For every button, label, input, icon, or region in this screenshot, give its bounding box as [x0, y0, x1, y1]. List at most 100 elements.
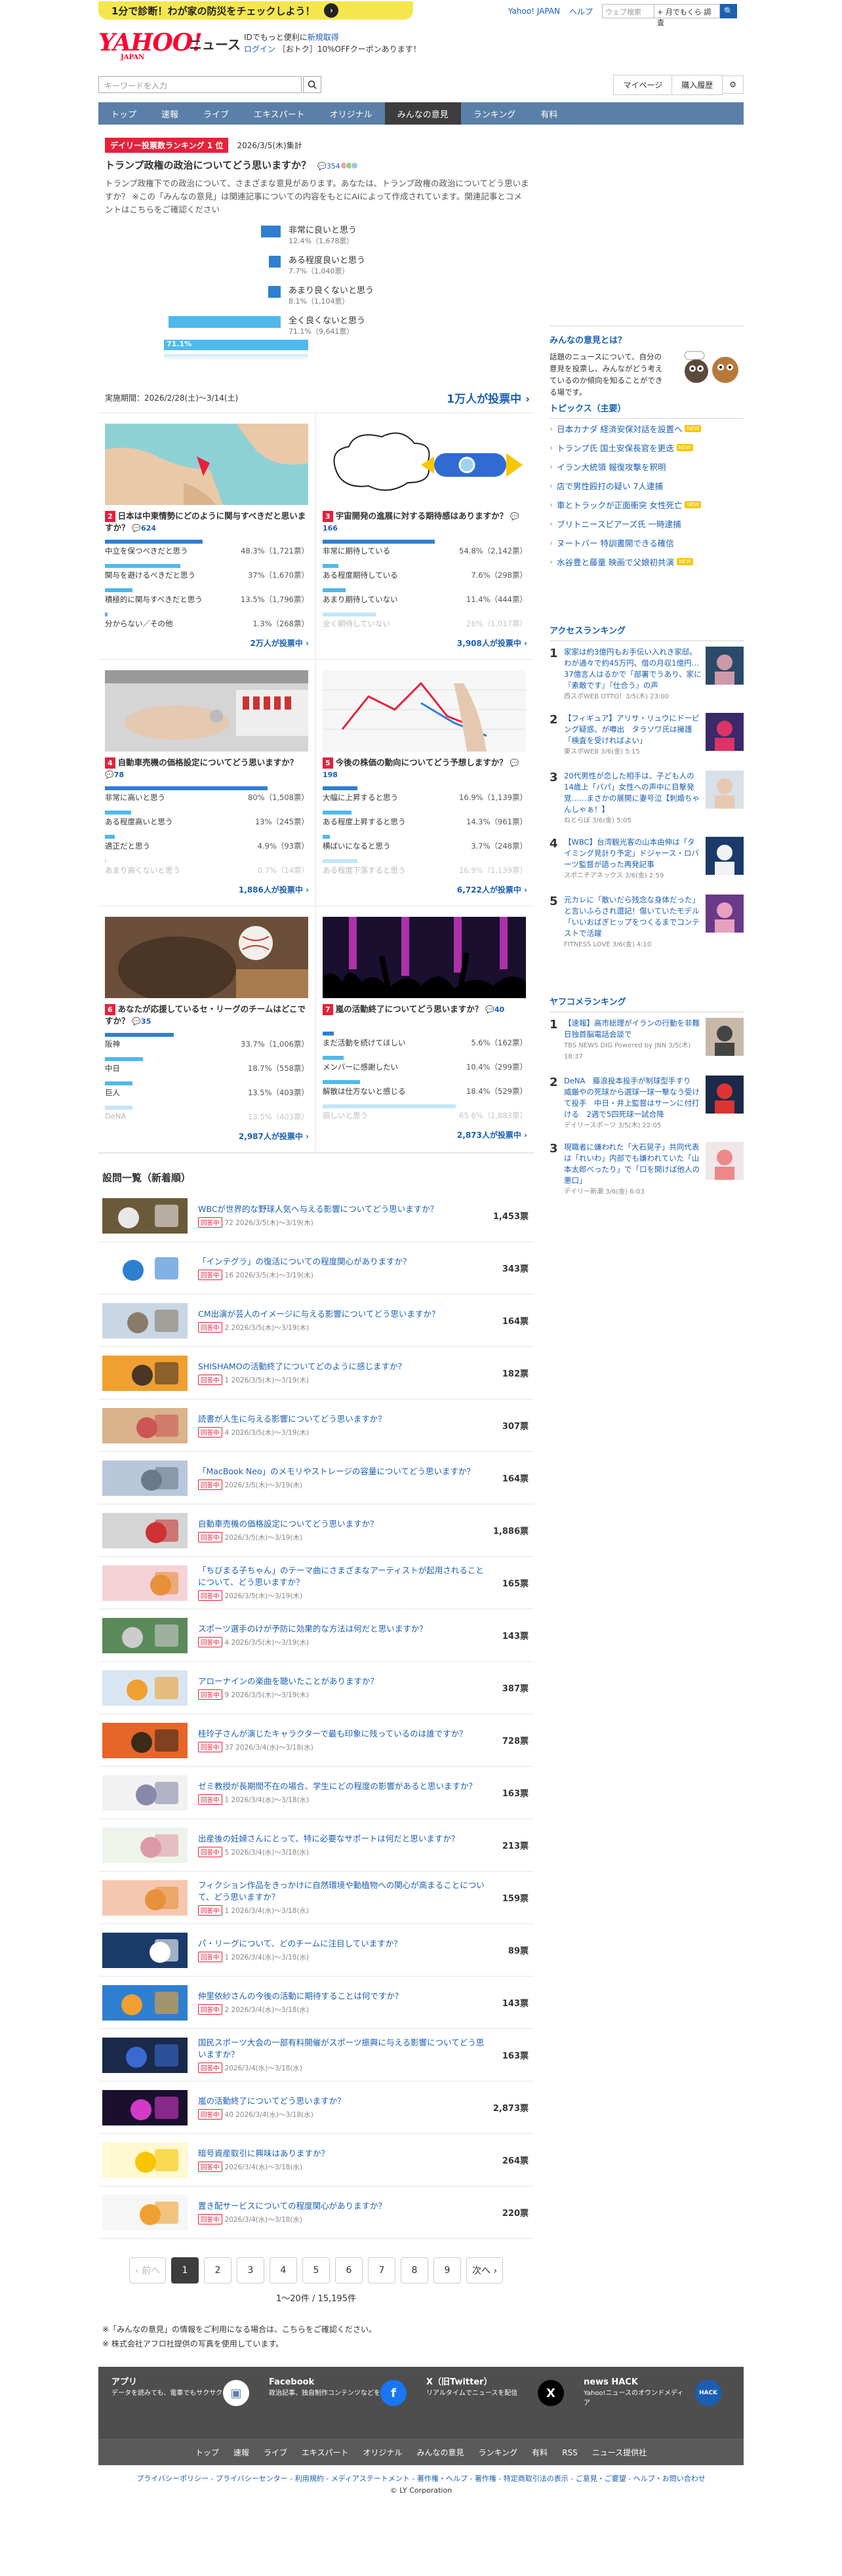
list-question[interactable]: 出産後の妊婦さんにとって、特に必要なサポートは何だと思いますか？: [198, 1833, 488, 1845]
page-button[interactable]: 7: [368, 2257, 395, 2284]
poll-card[interactable]: 2 日本は中東情勢にどのように関与すべきだと思いますか？ 💬624 中立を保つべきだ…: [98, 413, 316, 660]
topic-item[interactable]: イラン大統領 報復攻撃を釈明: [550, 457, 744, 476]
page-button[interactable]: 5: [302, 2257, 330, 2284]
list-question[interactable]: 桂玲子さんが演じたキャラクターで最も印象に残っているのは誰ですか？: [198, 1728, 488, 1740]
list-item[interactable]: 暗号資産取引に興味はありますか？ 回答中 2026/3/4(水)〜3/18(水) 26…: [98, 2134, 534, 2186]
list-question[interactable]: 置き配サービスについての程度関心がありますか？: [198, 2200, 488, 2212]
gear-icon[interactable]: ⚙: [722, 75, 744, 94]
poll-votes-link[interactable]: 2,873人が投票中 ›: [323, 1129, 527, 1140]
topic-item[interactable]: ブリトニースピアーズ氏 一時逮捕: [550, 514, 744, 533]
page-button[interactable]: 6: [335, 2257, 363, 2284]
list-item[interactable]: 「MacBook Neo」のメモリやストレージの容量についてどう思いますか？ 回答…: [98, 1452, 534, 1504]
page-button[interactable]: 9: [433, 2257, 461, 2284]
footer-nav-item[interactable]: エキスパート: [302, 2447, 349, 2458]
poll-title[interactable]: 3 宇宙開発の進展に対する期待感はありますか？ 💬166: [323, 510, 527, 534]
ranking-item[interactable]: 4 【WBC】台湾観光客の山本由伸は「タイミング見計り予定」ドジャース・ロバーツ監…: [550, 832, 744, 889]
poll-card[interactable]: 3 宇宙開発の進展に対する期待感はありますか？ 💬166 非常に期待している 54.8…: [316, 413, 534, 660]
nav-item[interactable]: ライブ: [191, 102, 241, 125]
footer-nav-item[interactable]: みんなの意見: [417, 2447, 464, 2458]
history-button[interactable]: 購入履歴: [672, 74, 723, 95]
poll-title[interactable]: 4 自動車売機の価格設定についてどう思いますか？ 💬78: [105, 757, 309, 780]
nav-item[interactable]: 速報: [149, 102, 191, 125]
list-question[interactable]: ゼミ教授が長期間不在の場合、学生にどの程度の影響があると思いますか？: [198, 1781, 488, 1792]
web-search-input[interactable]: ウェブ検索: [602, 4, 654, 18]
list-question[interactable]: 仲里依紗さんの今後の活動に期待することは何ですか？: [198, 1990, 488, 2002]
poll-card[interactable]: 7 嵐の活動終了についてどう思いますか？ 💬40 まだ活動を続けてほしい 5.6%（1…: [316, 906, 534, 1153]
list-question[interactable]: SHISHAMOの活動終了についてどのように感じますか？: [198, 1361, 488, 1373]
ranking-item[interactable]: 3 20代男性が恋した相手は、子ども人の14歳上「パパ」女性への声中に目撃発覚………: [550, 765, 744, 832]
nav-item[interactable]: トップ: [98, 102, 149, 125]
legal-links[interactable]: プライバシーポリシー - プライバシーセンター - 利用規約 - メディアステー…: [98, 2473, 744, 2484]
page-button[interactable]: 4: [270, 2257, 297, 2284]
ranking-title[interactable]: DeNA 藤浪投本投手が制球型手すり 威厳やの死球から選球一球一撃なう受けて投手…: [564, 1076, 700, 1119]
help-link[interactable]: ヘルプ: [569, 6, 593, 17]
coupon-link[interactable]: ［おトク］10%OFFクーポンあります！: [278, 45, 421, 54]
search-icon[interactable]: [303, 76, 321, 93]
nav-item[interactable]: エキスパート: [241, 102, 317, 125]
footer-nav-item[interactable]: トップ: [195, 2447, 219, 2458]
ranking-title[interactable]: 現職者に嫌われた「大石晃子」共同代表は「れいわ」内部でも嫌われていた「山本太郎べ…: [564, 1142, 700, 1185]
featured-votes-link[interactable]: 1万人が投票中 ›: [447, 390, 530, 406]
poll-title[interactable]: 2 日本は中東情勢にどのように関与すべきだと思いますか？ 💬624: [105, 510, 309, 534]
list-question[interactable]: 嵐の活動終了についてどう思いますか？: [198, 2095, 488, 2107]
page-button[interactable]: 3: [237, 2257, 264, 2284]
list-item[interactable]: SHISHAMOの活動終了についてどのように感じますか？ 回答中 1 2026/3/…: [98, 1347, 534, 1399]
prev-page-button[interactable]: ‹ 前へ: [129, 2257, 166, 2284]
list-question[interactable]: CM出演が芸人のイメージに与える影響についてどう思いますか？: [198, 1308, 488, 1320]
ranking-item[interactable]: 2 【フィギュア】アリサ・リュウにドーピング疑惑、が噂出 タラソワ氏は擁護「検査を…: [550, 708, 744, 765]
poll-title[interactable]: 6 あなたが応援しているセ・リーグのチームはどこですか？ 💬35: [105, 1003, 309, 1027]
poll-card[interactable]: 6 あなたが応援しているセ・リーグのチームはどこですか？ 💬35 阪神 33.7%（1…: [98, 906, 316, 1153]
page-button[interactable]: 1: [171, 2257, 199, 2284]
page-button[interactable]: 2: [204, 2257, 231, 2284]
about-title[interactable]: みんなの意見とは？: [550, 333, 744, 346]
list-question[interactable]: 「ちびまる子ちゃん」のテーマ曲にさまざまなアーティストが起用されることについて、…: [198, 1565, 488, 1588]
poll-title[interactable]: 7 嵐の活動終了についてどう思いますか？ 💬40: [323, 1003, 527, 1026]
yahoo-logo[interactable]: YAHOO! JAPAN: [98, 29, 203, 61]
list-question[interactable]: アローナインの楽曲を聴いたことがありますか？: [198, 1676, 488, 1687]
note-usage[interactable]: ※「みんなの意見」の情報をご利用になる場合は、こちらをご確認ください。: [102, 2322, 534, 2337]
list-item[interactable]: 国民スポーツ大会の一部有料開催がスポーツ振興に与える影響についてどう思いますか？…: [98, 2029, 534, 2082]
next-page-button[interactable]: 次へ ›: [466, 2257, 504, 2284]
poll-card[interactable]: 4 自動車売機の価格設定についてどう思いますか？ 💬78 非常に高いと思う 80%（1…: [98, 660, 316, 906]
footer-nav-item[interactable]: 速報: [233, 2447, 249, 2458]
list-item[interactable]: 自動車売機の価格設定についてどう思いますか？ 回答中 2026/3/5(木)〜3/1…: [98, 1504, 534, 1557]
topic-item[interactable]: トランプ氏 国土安保長官を更迭NEW: [550, 438, 744, 457]
ranking-item[interactable]: 5 元カレに「散いだら残念な身体だった」と言いふらされ還記！傷いていたモデル「いい…: [550, 889, 744, 956]
ranking-title[interactable]: 家家は約3億円もお手伝い入れき家邸。わが通々で約45万円、借の月収1億円…37億…: [564, 647, 702, 690]
footer-nav-item[interactable]: ライブ: [264, 2447, 287, 2458]
topic-item[interactable]: 日本カナダ 経済安保対話を設置へNEW: [550, 419, 744, 438]
login-link[interactable]: ログイン: [244, 45, 275, 54]
list-item[interactable]: 「ちびまる子ちゃん」のテーマ曲にさまざまなアーティストが起用されることについて、…: [98, 1557, 534, 1609]
poll-votes-link[interactable]: 3,908人が投票中 ›: [323, 637, 527, 649]
ranking-title[interactable]: 元カレに「散いだら残念な身体だった」と言いふらされ還記！傷いていたモデル「いいお…: [564, 895, 700, 938]
promo-banner[interactable]: 1分で診断！わが家の防災をチェックしよう！ ›: [98, 1, 413, 20]
list-question[interactable]: スポーツ選手のけが予防に効果的な方法は何だと思いますか？: [198, 1623, 488, 1635]
signup-link[interactable]: 新規取得: [308, 33, 339, 42]
news-logo[interactable]: ニュース: [189, 34, 241, 53]
list-question[interactable]: フィクション作品をきっかけに自然環境や動植物への関心が高まることについて、どう思…: [198, 1880, 488, 1903]
keyword-search-input[interactable]: キーワードを入力: [98, 76, 302, 93]
list-item[interactable]: ゼミ教授が長期間不在の場合、学生にどの程度の影響があると思いますか？ 回答中 1 2…: [98, 1767, 534, 1819]
list-item[interactable]: WBCが世界的な野球人気へ与える影響についてどう思いますか？ 回答中 72 2026…: [98, 1190, 534, 1242]
list-question[interactable]: 「インテグラ」の復活についての程度関心がありますか？: [198, 1256, 488, 1268]
page-button[interactable]: 8: [401, 2257, 428, 2284]
footer-nav-item[interactable]: ランキング: [479, 2447, 518, 2458]
list-question[interactable]: 「MacBook Neo」のメモリやストレージの容量についてどう思いますか？: [198, 1466, 488, 1478]
topic-item[interactable]: 車とトラックが正面衝突 女性死亡NEW: [550, 495, 744, 514]
list-item[interactable]: 仲里依紗さんの今後の活動に期待することは何ですか？ 回答中 2 2026/3/4(水…: [98, 1977, 534, 2029]
list-item[interactable]: パ・リーグについて、どのチームに注目していますか？ 回答中 1 2026/3/4(水…: [98, 1924, 534, 1977]
list-item[interactable]: 置き配サービスについての程度関心がありますか？ 回答中 2026/3/4(水)〜3/…: [98, 2186, 534, 2239]
footer-nav-item[interactable]: オリジナル: [363, 2447, 403, 2458]
ranking-title[interactable]: 【速報】高市総理がイランの行動を非難 日独首脳電話会談で: [564, 1018, 708, 1039]
list-item[interactable]: 「インテグラ」の復活についての程度関心がありますか？ 回答中 16 2026/3/5…: [98, 1242, 534, 1295]
search-icon[interactable]: 🔍: [720, 4, 737, 18]
topic-item[interactable]: 店で男性殴打の疑い 7人逮捕: [550, 476, 744, 495]
ranking-item[interactable]: 1 家家は約3億円もお手伝い入れき家邸。わが通々で約45万円、借の月収1億円…37…: [550, 641, 744, 708]
featured-title[interactable]: トランプ政権の政治についてどう思いますか？ 💬354: [105, 158, 530, 172]
footer-hack[interactable]: news HACK Yahoo!ニュースのオウンドメディア: [584, 2377, 689, 2408]
ranking-title[interactable]: 【WBC】台湾観光客の山本由伸は「タイミング見計り予定」ドジャース・ロバーツ監督…: [564, 837, 699, 869]
list-item[interactable]: フィクション作品をきっかけに自然環境や動植物への関心が高まることについて、どう思…: [98, 1872, 534, 1924]
list-item[interactable]: 嵐の活動終了についてどう思いますか？ 回答中 40 2026/3/4(水)〜3/18…: [98, 2082, 534, 2134]
topic-item[interactable]: 水谷豊と藤童 映画で父娘初共演NEW: [550, 552, 744, 571]
list-item[interactable]: アローナインの楽曲を聴いたことがありますか？ 回答中 9 2026/3/5(木)〜3…: [98, 1662, 534, 1714]
